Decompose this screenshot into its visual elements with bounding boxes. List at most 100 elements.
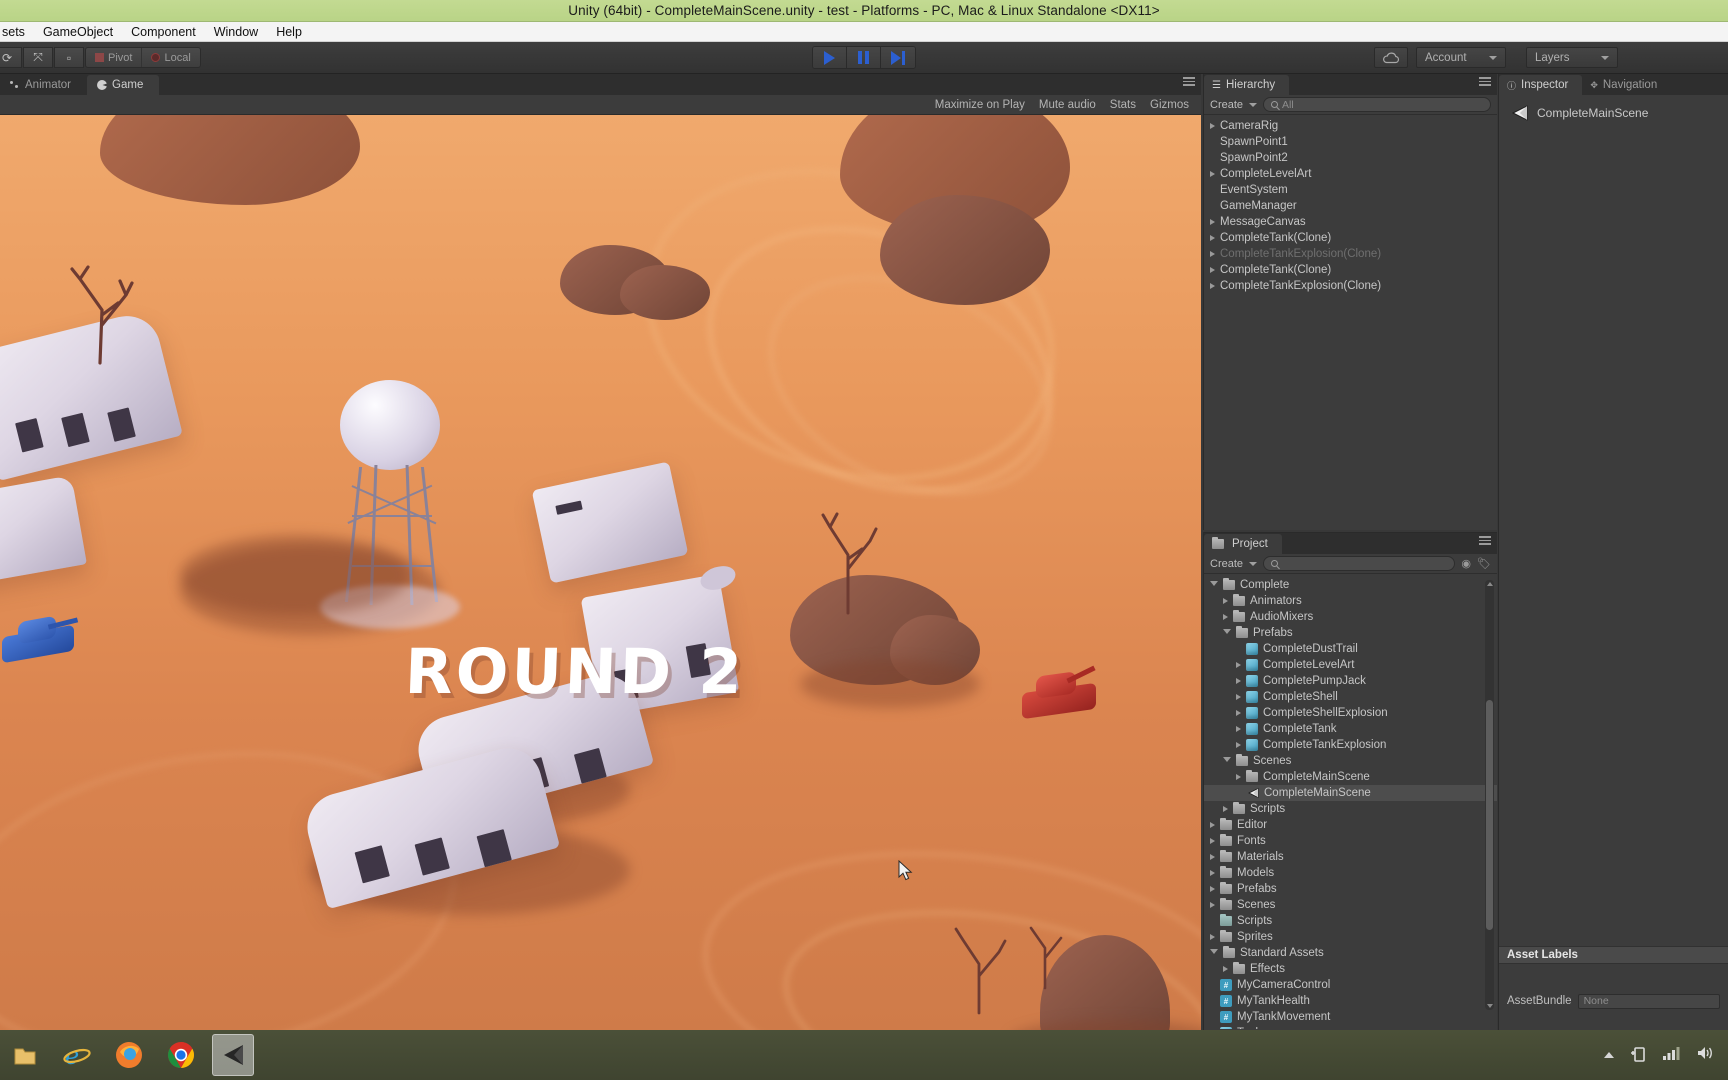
scroll-up-icon[interactable]: [1487, 582, 1493, 586]
chevron-right-icon[interactable]: [1210, 934, 1215, 940]
project-item[interactable]: Scripts: [1204, 801, 1497, 817]
menu-item-help[interactable]: Help: [267, 22, 311, 42]
chevron-down-icon[interactable]: [1210, 581, 1218, 589]
project-item[interactable]: Models: [1204, 865, 1497, 881]
project-item[interactable]: CompleteShell: [1204, 689, 1497, 705]
hierarchy-item[interactable]: CompleteTankExplosion(Clone): [1204, 246, 1497, 262]
stats-toggle[interactable]: Stats: [1110, 99, 1136, 111]
project-item[interactable]: # MyCameraControl: [1204, 977, 1497, 993]
project-item[interactable]: AudioMixers: [1204, 609, 1497, 625]
chevron-right-icon[interactable]: [1210, 123, 1215, 129]
menu-item-gameobject[interactable]: GameObject: [34, 22, 122, 42]
project-item[interactable]: Scripts: [1204, 913, 1497, 929]
chevron-right-icon[interactable]: [1236, 774, 1241, 780]
project-filter-type-icon[interactable]: ◉: [1461, 557, 1471, 570]
chevron-right-icon[interactable]: [1210, 886, 1215, 892]
project-panel-menu-icon[interactable]: [1479, 536, 1491, 545]
chevron-right-icon[interactable]: [1223, 966, 1228, 972]
scroll-down-icon[interactable]: [1487, 1004, 1493, 1008]
game-view-render[interactable]: ROUND 2: [0, 115, 1201, 1030]
account-dropdown[interactable]: Account: [1416, 47, 1506, 68]
project-item[interactable]: Materials: [1204, 849, 1497, 865]
taskbar-item-explorer[interactable]: [4, 1034, 46, 1076]
project-item[interactable]: # MyTankMovement: [1204, 1009, 1497, 1025]
project-item[interactable]: Sprites: [1204, 929, 1497, 945]
tab-hierarchy[interactable]: ☰ Hierarchy: [1204, 75, 1290, 95]
chevron-right-icon[interactable]: [1210, 838, 1215, 844]
maximize-on-play-toggle[interactable]: Maximize on Play: [935, 99, 1025, 111]
hierarchy-item[interactable]: GameManager: [1204, 198, 1497, 214]
chevron-right-icon[interactable]: [1210, 854, 1215, 860]
pivot-toggle[interactable]: Pivot: [86, 48, 143, 67]
chevron-down-icon[interactable]: [1223, 757, 1231, 765]
chevron-right-icon[interactable]: [1236, 710, 1241, 716]
project-item[interactable]: # MyTankHealth: [1204, 993, 1497, 1009]
hierarchy-item[interactable]: SpawnPoint2: [1204, 150, 1497, 166]
hierarchy-item[interactable]: CompleteLevelArt: [1204, 166, 1497, 182]
pause-button[interactable]: [847, 47, 881, 68]
chevron-right-icon[interactable]: [1236, 662, 1241, 668]
project-item[interactable]: CompleteTankExplosion: [1204, 737, 1497, 753]
project-item[interactable]: CompleteTank: [1204, 721, 1497, 737]
taskbar-item-unity[interactable]: [212, 1034, 254, 1076]
project-item[interactable]: Effects: [1204, 961, 1497, 977]
scale-tool-icon[interactable]: ⤧: [23, 47, 53, 68]
show-hidden-icons-icon[interactable]: [1604, 1052, 1614, 1058]
volume-icon[interactable]: [1696, 1045, 1714, 1066]
chevron-right-icon[interactable]: [1223, 806, 1228, 812]
menu-item-component[interactable]: Component: [122, 22, 205, 42]
project-scrollbar[interactable]: [1485, 580, 1494, 1010]
chevron-right-icon[interactable]: [1210, 267, 1215, 273]
project-item[interactable]: CompleteMainScene: [1204, 769, 1497, 785]
project-search-input[interactable]: [1263, 556, 1456, 571]
chevron-down-icon[interactable]: [1210, 949, 1218, 957]
hierarchy-item[interactable]: EventSystem: [1204, 182, 1497, 198]
chevron-right-icon[interactable]: [1210, 235, 1215, 241]
hierarchy-item[interactable]: CompleteTank(Clone): [1204, 262, 1497, 278]
hierarchy-item[interactable]: CompleteTankExplosion(Clone): [1204, 278, 1497, 294]
hierarchy-item[interactable]: MessageCanvas: [1204, 214, 1497, 230]
hierarchy-item[interactable]: CameraRig: [1204, 118, 1497, 134]
project-item[interactable]: Complete: [1204, 577, 1497, 593]
project-filter-label-icon[interactable]: 🏷: [1477, 557, 1491, 570]
rotate-tool-icon[interactable]: ⟳: [0, 47, 22, 68]
chevron-right-icon[interactable]: [1210, 822, 1215, 828]
chevron-right-icon[interactable]: [1236, 678, 1241, 684]
chevron-right-icon[interactable]: [1210, 902, 1215, 908]
project-create-button[interactable]: Create: [1210, 558, 1258, 570]
hierarchy-create-button[interactable]: Create: [1210, 99, 1258, 111]
project-item[interactable]: Standard Assets: [1204, 945, 1497, 961]
scrollbar-thumb[interactable]: [1486, 700, 1493, 930]
tab-animator[interactable]: Animator: [0, 75, 88, 95]
play-button[interactable]: [813, 47, 847, 68]
project-item[interactable]: Prefabs: [1204, 881, 1497, 897]
project-item[interactable]: Tank: [1204, 1025, 1497, 1029]
chevron-right-icon[interactable]: [1210, 171, 1215, 177]
project-item[interactable]: CompleteDustTrail: [1204, 641, 1497, 657]
project-item[interactable]: Prefabs: [1204, 625, 1497, 641]
hierarchy-item[interactable]: CompleteTank(Clone): [1204, 230, 1497, 246]
mute-audio-toggle[interactable]: Mute audio: [1039, 99, 1096, 111]
chevron-right-icon[interactable]: [1223, 614, 1228, 620]
layers-dropdown[interactable]: Layers: [1526, 47, 1618, 68]
chevron-right-icon[interactable]: [1236, 742, 1241, 748]
chevron-right-icon[interactable]: [1236, 726, 1241, 732]
project-item[interactable]: Scenes: [1204, 897, 1497, 913]
menu-item-window[interactable]: Window: [205, 22, 267, 42]
tab-game[interactable]: Game: [87, 75, 160, 95]
gizmos-dropdown[interactable]: Gizmos: [1150, 99, 1189, 111]
hierarchy-item[interactable]: SpawnPoint1: [1204, 134, 1497, 150]
assetbundle-dropdown[interactable]: None: [1577, 993, 1720, 1009]
usb-device-icon[interactable]: [1630, 1044, 1646, 1067]
chevron-right-icon[interactable]: [1210, 251, 1215, 257]
taskbar-item-firefox[interactable]: [108, 1034, 150, 1076]
network-icon[interactable]: [1662, 1045, 1680, 1066]
project-item[interactable]: CompleteLevelArt: [1204, 657, 1497, 673]
game-panel-menu-icon[interactable]: [1183, 77, 1195, 86]
step-button[interactable]: [881, 47, 915, 68]
project-item[interactable]: CompleteMainScene: [1204, 785, 1497, 801]
project-item[interactable]: CompleteShellExplosion: [1204, 705, 1497, 721]
tab-inspector[interactable]: ⓘ Inspector: [1499, 75, 1583, 95]
taskbar-item-internet-explorer[interactable]: e: [56, 1034, 98, 1076]
chevron-right-icon[interactable]: [1236, 694, 1241, 700]
